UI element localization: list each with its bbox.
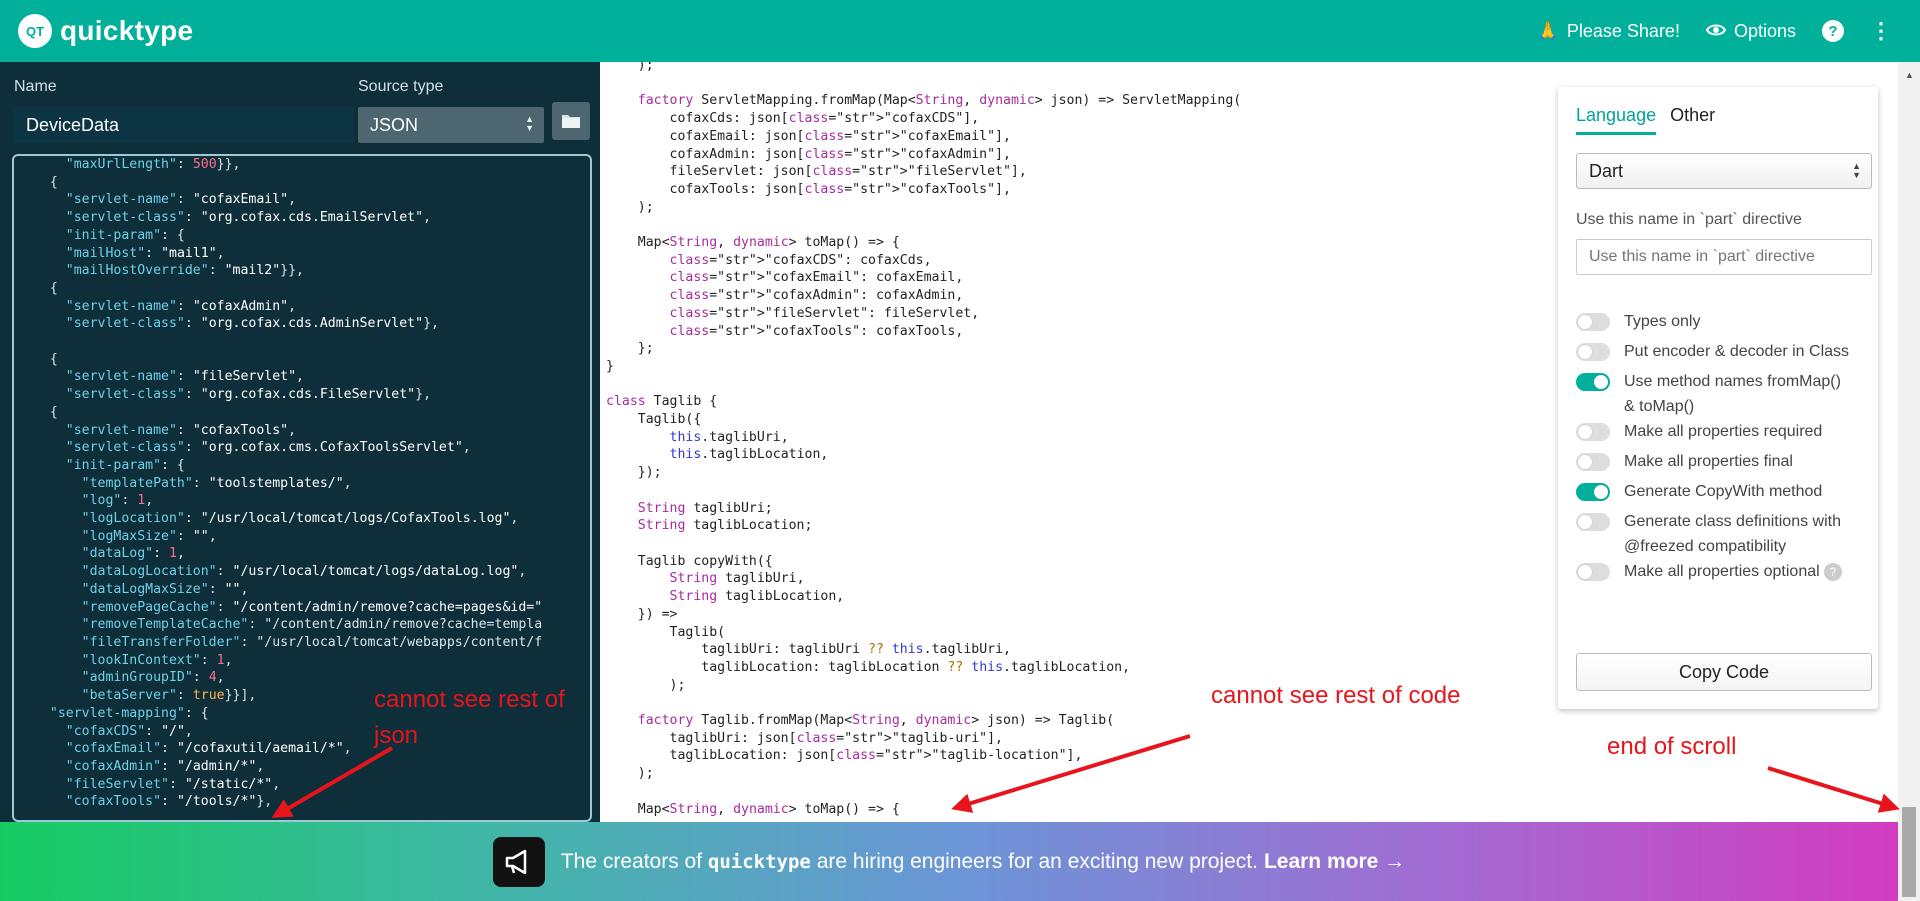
megaphone-icon — [492, 836, 545, 887]
learn-more-link[interactable]: Learn more → — [1264, 850, 1405, 874]
banner-brand: quicktype — [707, 850, 811, 873]
hiring-banner[interactable]: The creators of quicktype are hiring eng… — [0, 822, 1898, 901]
annotation-arrows — [271, 734, 1900, 819]
arrow-to-code — [951, 734, 1191, 813]
arrow-to-json — [271, 746, 394, 819]
arrow-to-scroll — [1767, 766, 1900, 813]
banner-text: are hiring engineers for an exciting new… — [816, 849, 1258, 873]
banner-prefix: The creators of — [560, 849, 703, 873]
